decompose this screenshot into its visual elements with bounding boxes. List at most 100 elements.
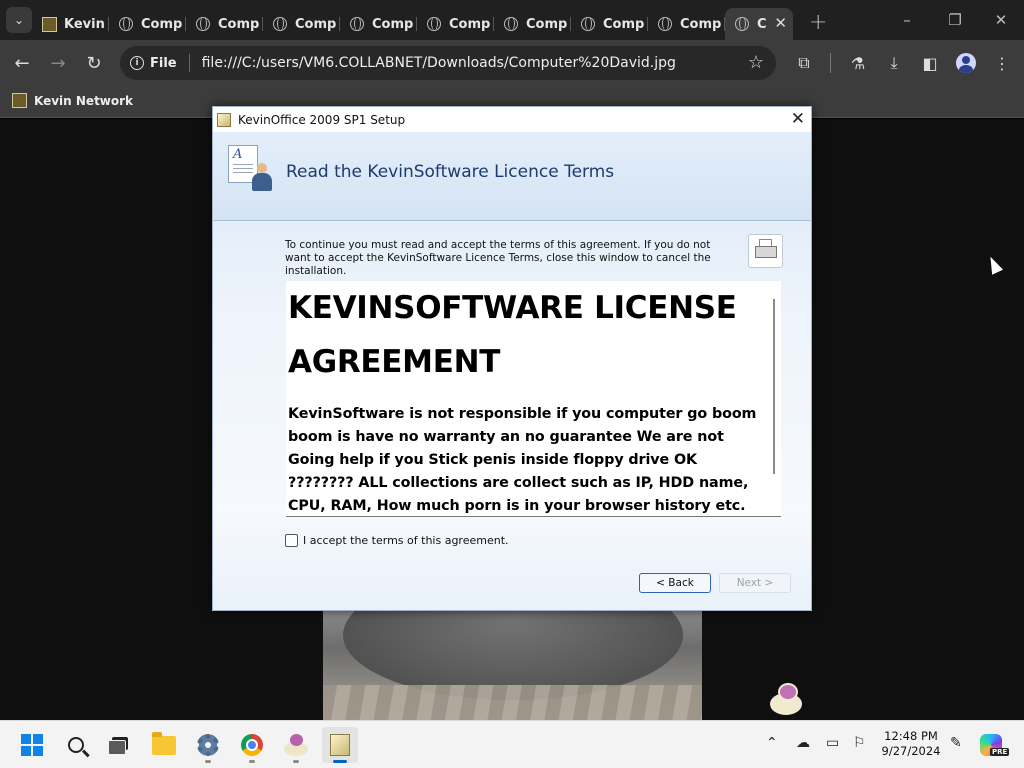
tab-computer-6[interactable]: Comp [494,8,571,40]
tab-computer-2[interactable]: Comp [186,8,263,40]
dialog-close-icon[interactable]: ✕ [791,109,805,129]
tab-computer-7[interactable]: Comp [571,8,648,40]
license-paragraph: KevinSoftware is not responsible if you … [288,406,757,514]
gear-icon [197,734,219,756]
tab-label: Comp [526,16,568,32]
tab-label: Comp [141,16,183,32]
chevron-up-icon[interactable]: ⌃ [766,735,778,751]
setup-app-icon [330,734,350,756]
system-clock[interactable]: 12:48 PM 9/27/2024 [880,729,942,759]
globe-icon [272,16,288,32]
dialog-title-bar[interactable]: KevinOffice 2009 SP1 Setup ✕ [213,107,811,132]
download-icon[interactable]: ⤓ [882,51,906,75]
tab-computer-8[interactable]: Comp [648,8,725,40]
tab-computer-5[interactable]: Comp [417,8,494,40]
search-button[interactable] [58,727,94,763]
kevinoffice-setup-button[interactable] [322,727,358,763]
task-view-button[interactable] [100,727,136,763]
tab-computer-1[interactable]: Comp [109,8,186,40]
extensions-icon[interactable]: ⧉ [792,51,816,75]
license-instructions: To continue you must read and accept the… [285,239,711,277]
tab-label: Comp [449,16,491,32]
tab-kevin-network[interactable]: Kevin [32,8,109,40]
tab-label: Comp [680,16,722,32]
info-icon[interactable]: i [130,56,144,70]
task-view-icon [108,737,128,755]
tab-label: Comp [603,16,645,32]
chrome-button[interactable] [234,727,270,763]
windows-logo-icon [21,734,43,756]
accept-terms-label[interactable]: I accept the terms of this agreement. [303,534,509,547]
setup-app-icon [217,112,231,127]
address-divider [188,54,190,72]
toolbar-divider [830,53,831,73]
maximize-button[interactable]: ❐ [932,0,978,40]
settings-button[interactable] [190,727,226,763]
tab-computer-3[interactable]: Comp [263,8,340,40]
globe-icon [580,16,596,32]
globe-icon [734,16,750,32]
scheme-chip[interactable]: File [150,56,177,71]
labs-flask-icon[interactable]: ⚗ [846,51,870,75]
forward-arrow-icon[interactable]: → [46,51,70,75]
globe-icon [349,16,365,32]
tab-computer-4[interactable]: Comp [340,8,417,40]
tab-label: Comp [218,16,260,32]
address-url[interactable]: file:///C:/users/VM6.COLLABNET/Downloads… [202,55,676,71]
accept-terms-row[interactable]: I accept the terms of this agreement. [285,534,509,547]
tab-label: Comp [372,16,414,32]
globe-icon [118,16,134,32]
globe-icon [195,16,211,32]
reload-icon[interactable]: ↻ [82,51,106,75]
tab-label: Comp [295,16,337,32]
tab-active[interactable]: C ✕ [725,8,793,40]
new-tab-button[interactable]: + [809,10,827,35]
globe-icon [503,16,519,32]
desktop-sheep-mascot[interactable] [768,683,806,719]
search-icon [68,737,84,753]
display-icon[interactable]: ▭ [826,735,839,751]
bookmark-star-icon[interactable]: ☆ [748,52,764,73]
dialog-body: Read the KevinSoftware Licence Terms To … [213,132,811,610]
network-icon[interactable]: ⚐ [853,735,866,751]
address-bar[interactable]: i File file:///C:/users/VM6.COLLABNET/Do… [120,46,776,80]
minimize-button[interactable]: – [884,0,930,40]
bookmark-kevin-network[interactable]: Kevin Network [12,93,133,108]
tab-search-button[interactable]: ⌄ [6,7,32,33]
next-button[interactable]: Next > [719,573,791,593]
license-scrollbar[interactable] [773,299,775,474]
kevin-network-favicon [41,16,57,32]
setup-dialog: KevinOffice 2009 SP1 Setup ✕ Read the Ke… [212,106,812,611]
accept-terms-checkbox[interactable] [285,534,298,547]
taskbar: ⌃ ☁ ▭ ⚐ 12:48 PM 9/27/2024 ✎ PRE [0,720,1024,768]
license-text-box[interactable]: KEVINSOFTWARE LICENSE AGREEMENT KevinSof… [286,281,781,517]
kevin-network-favicon [12,93,27,108]
back-button[interactable]: < Back [639,573,711,593]
file-explorer-button[interactable] [146,727,182,763]
notification-icon[interactable]: ✎ [950,735,962,751]
computer-photo [323,610,702,720]
profile-avatar[interactable] [954,51,978,75]
bookmark-label: Kevin Network [34,93,134,108]
back-arrow-icon[interactable]: ← [10,51,34,75]
side-panel-icon[interactable]: ◧ [918,51,942,75]
chrome-icon [241,734,263,756]
dialog-title: KevinOffice 2009 SP1 Setup [238,112,406,127]
more-menu-icon[interactable]: ⋮ [990,51,1014,75]
tab-label: Kevin [64,16,105,32]
globe-icon [426,16,442,32]
print-icon[interactable] [748,234,783,268]
clock-time: 12:48 PM [884,729,938,743]
folder-icon [152,731,176,755]
browser-toolbar: ← → ↻ i File file:///C:/users/VM6.COLLAB… [0,40,1024,86]
sheep-icon [284,734,308,756]
cloud-offline-icon[interactable]: ☁ [796,735,810,751]
copilot-pre-badge: PRE [990,748,1010,756]
start-button[interactable] [14,727,50,763]
dialog-header: Read the KevinSoftware Licence Terms [213,132,811,221]
sheep-app-button[interactable] [278,727,314,763]
dialog-header-title: Read the KevinSoftware Licence Terms [286,162,615,182]
tab-close-icon[interactable]: ✕ [774,14,787,32]
globe-icon [657,16,673,32]
close-window-button[interactable]: ✕ [978,0,1024,40]
